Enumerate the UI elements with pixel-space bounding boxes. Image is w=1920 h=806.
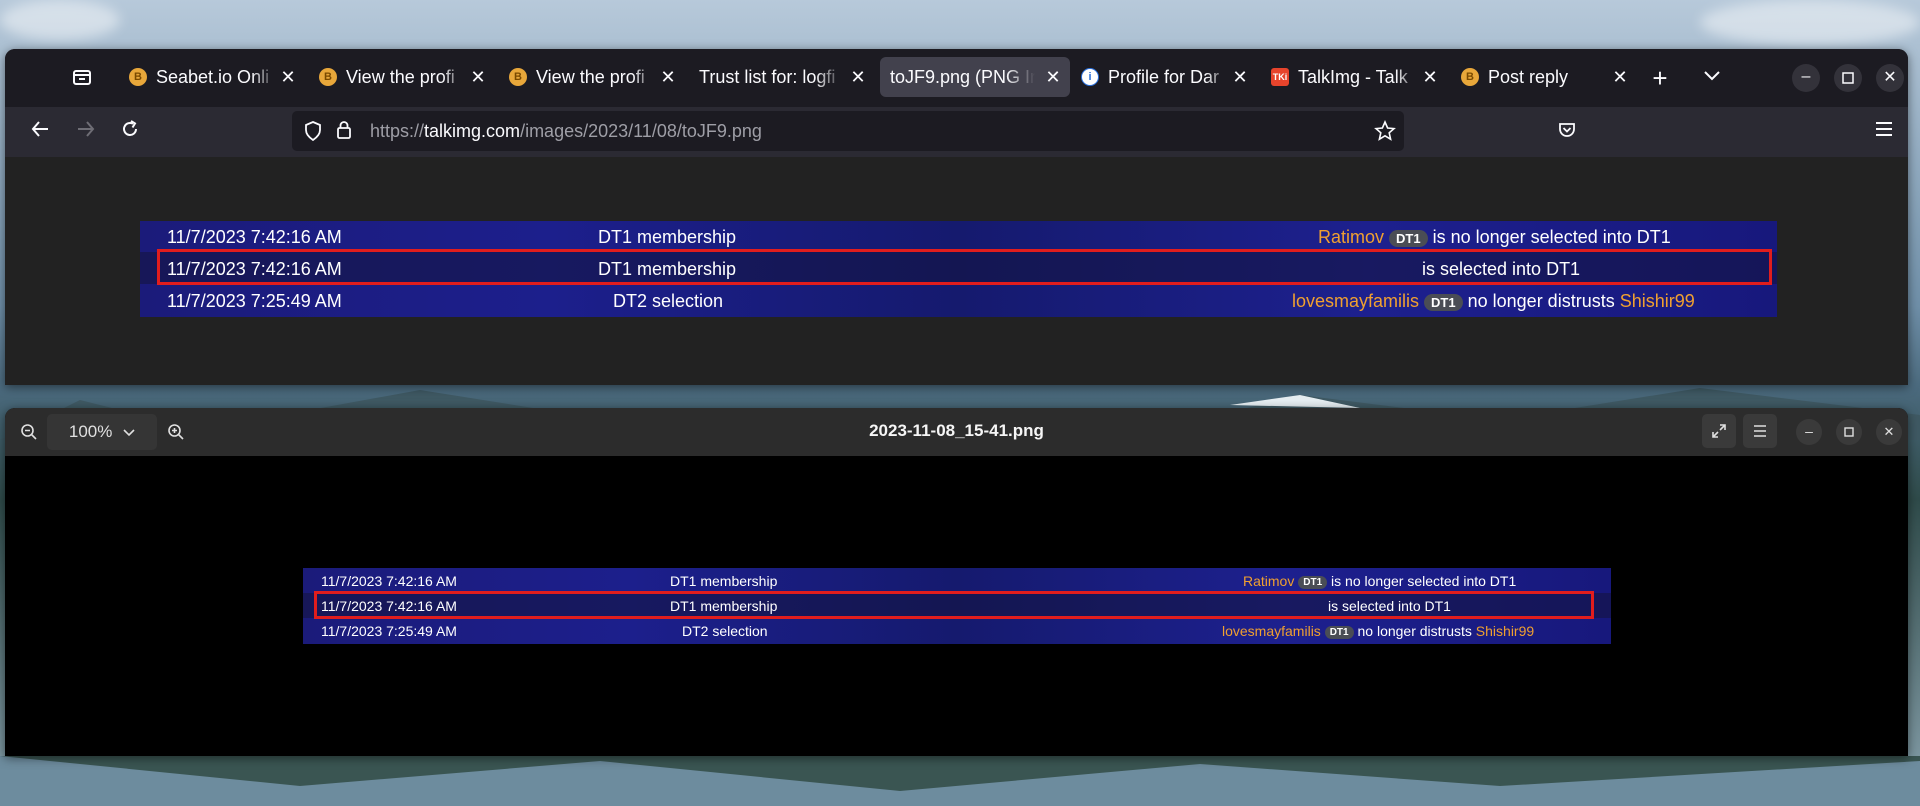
log-event: lovesmayfamilis DT1 no longer distrusts … — [1292, 291, 1695, 312]
forward-button[interactable] — [73, 119, 99, 145]
username-link: lovesmayfamilis — [1222, 623, 1321, 639]
minimize-button[interactable]: – — [1792, 64, 1820, 92]
log-row: 11/7/2023 7:42:16 AM DT1 membership Rati… — [140, 221, 1777, 252]
viewer-image: 11/7/2023 7:42:16 AM DT1 membership Rati… — [303, 568, 1611, 644]
log-text: is no longer selected into DT1 — [1432, 227, 1671, 247]
highlight-box — [314, 591, 1594, 619]
log-type: DT1 membership — [670, 573, 778, 589]
navigation-bar: https://talkimg.com/images/2023/11/08/to… — [5, 107, 1908, 157]
highlight-box — [157, 249, 1772, 285]
username-link: Shishir99 — [1619, 291, 1695, 311]
firefox-view-icon[interactable] — [69, 66, 95, 94]
url-path: /images/2023/11/08/toJF9.png — [520, 120, 762, 141]
log-event: lovesmayfamilis DT1 no longer distrusts … — [1222, 623, 1534, 639]
list-all-tabs-icon[interactable] — [1699, 65, 1725, 88]
lock-icon[interactable] — [336, 120, 352, 145]
log-type: DT2 selection — [613, 291, 724, 311]
username-link: Ratimov — [1243, 573, 1295, 589]
shield-icon[interactable] — [304, 121, 322, 146]
url-host: talkimg.com — [424, 120, 521, 141]
talkimg-icon: TKi — [1271, 68, 1289, 86]
tab-profile-for[interactable]: i Profile for Dar ✕ — [1077, 57, 1253, 97]
coin-icon: B — [509, 68, 527, 86]
coin-icon: B — [1461, 68, 1479, 86]
dt-badge: DT1 — [1424, 293, 1463, 311]
url-text[interactable]: https://talkimg.com/images/2023/11/08/to… — [370, 121, 762, 142]
tab-tojf9-active[interactable]: toJF9.png (PNG Ir ✕ — [880, 57, 1070, 97]
log-event: Ratimov DT1 is no longer selected into D… — [1243, 573, 1516, 589]
dt-badge: DT1 — [1324, 625, 1354, 639]
coin-icon: B — [129, 68, 147, 86]
tab-talkimg[interactable]: TKi TalkImg - Talk ✕ — [1267, 57, 1443, 97]
close-icon[interactable]: ✕ — [1421, 67, 1439, 88]
viewer-title: 2023-11-08_15-41.png — [869, 421, 1044, 440]
dt-badge: DT1 — [1298, 575, 1328, 589]
log-time: 11/7/2023 7:25:49 AM — [167, 291, 342, 311]
log-type: DT1 membership — [598, 227, 737, 247]
tab-view-profile-1[interactable]: B View the profi ✕ — [313, 57, 491, 97]
log-time: 11/7/2023 7:25:49 AM — [321, 623, 457, 639]
info-icon: i — [1081, 68, 1099, 86]
close-icon[interactable]: ✕ — [469, 67, 487, 88]
viewer-menu-icon[interactable] — [1743, 414, 1777, 448]
viewer-minimize-button[interactable]: – — [1796, 419, 1822, 445]
log-time: 11/7/2023 7:42:16 AM — [167, 227, 342, 247]
log-time: 11/7/2023 7:42:16 AM — [321, 573, 457, 589]
wallpaper-cloud — [1700, 0, 1920, 45]
close-icon[interactable]: ✕ — [1044, 67, 1062, 88]
close-icon[interactable]: ✕ — [659, 67, 677, 88]
wallpaper-lake — [0, 756, 1920, 806]
log-text: no longer distrusts — [1467, 291, 1615, 311]
tab-post-reply[interactable]: B Post reply ✕ — [1457, 57, 1633, 97]
close-window-button[interactable]: ✕ — [1876, 64, 1904, 92]
new-tab-button[interactable]: + — [1647, 63, 1673, 94]
app-menu-icon[interactable] — [1871, 120, 1897, 143]
url-bar[interactable]: https://talkimg.com/images/2023/11/08/to… — [292, 111, 1404, 151]
back-button[interactable] — [27, 119, 53, 145]
log-row: 11/7/2023 7:25:49 AM DT2 selection loves… — [140, 284, 1777, 317]
reload-button[interactable] — [117, 119, 143, 145]
close-icon[interactable]: ✕ — [849, 67, 867, 88]
close-icon[interactable]: ✕ — [1231, 67, 1249, 88]
displayed-image: 11/7/2023 7:42:16 AM DT1 membership Rati… — [140, 221, 1777, 317]
maximize-button[interactable] — [1834, 64, 1862, 92]
log-text: is no longer selected into DT1 — [1331, 573, 1517, 589]
coin-icon: B — [319, 68, 337, 86]
browser-window: B Seabet.io Onli ✕ B View the profi ✕ B … — [5, 49, 1908, 385]
username-link: Ratimov — [1318, 227, 1385, 247]
fullscreen-icon[interactable] — [1702, 414, 1736, 448]
tab-trust-list[interactable]: Trust list for: logfi ✕ — [693, 57, 871, 97]
close-icon[interactable]: ✕ — [279, 67, 297, 88]
log-row: 11/7/2023 7:42:16 AM DT1 membership Rati… — [303, 568, 1611, 593]
tab-bar: B Seabet.io Onli ✕ B View the profi ✕ B … — [5, 49, 1908, 107]
dt-badge: DT1 — [1389, 229, 1428, 247]
pocket-icon[interactable] — [1554, 120, 1580, 146]
url-scheme: https:// — [370, 120, 425, 141]
username-link: Shishir99 — [1475, 623, 1535, 639]
image-viewer-window: 100% 2023-11-08_15-41.png – ✕ 11/7/2023 … — [5, 408, 1908, 756]
image-viewport: 11/7/2023 7:42:16 AM DT1 membership Rati… — [5, 157, 1908, 385]
log-row: 11/7/2023 7:25:49 AM DT2 selection loves… — [303, 618, 1611, 644]
viewer-header: 100% 2023-11-08_15-41.png – ✕ — [5, 408, 1908, 456]
username-link: lovesmayfamilis — [1292, 291, 1420, 311]
tab-view-profile-2[interactable]: B View the profi ✕ — [503, 57, 681, 97]
tab-seabet[interactable]: B Seabet.io Onli ✕ — [123, 57, 301, 97]
bookmark-star-icon[interactable] — [1374, 119, 1396, 147]
log-event: Ratimov DT1 is no longer selected into D… — [1318, 227, 1671, 248]
viewer-close-button[interactable]: ✕ — [1876, 419, 1902, 445]
log-type: DT2 selection — [682, 623, 768, 639]
close-icon[interactable]: ✕ — [1611, 67, 1629, 88]
viewer-maximize-button[interactable] — [1836, 419, 1862, 445]
log-text: no longer distrusts — [1357, 623, 1472, 639]
wallpaper-cloud — [0, 0, 120, 40]
